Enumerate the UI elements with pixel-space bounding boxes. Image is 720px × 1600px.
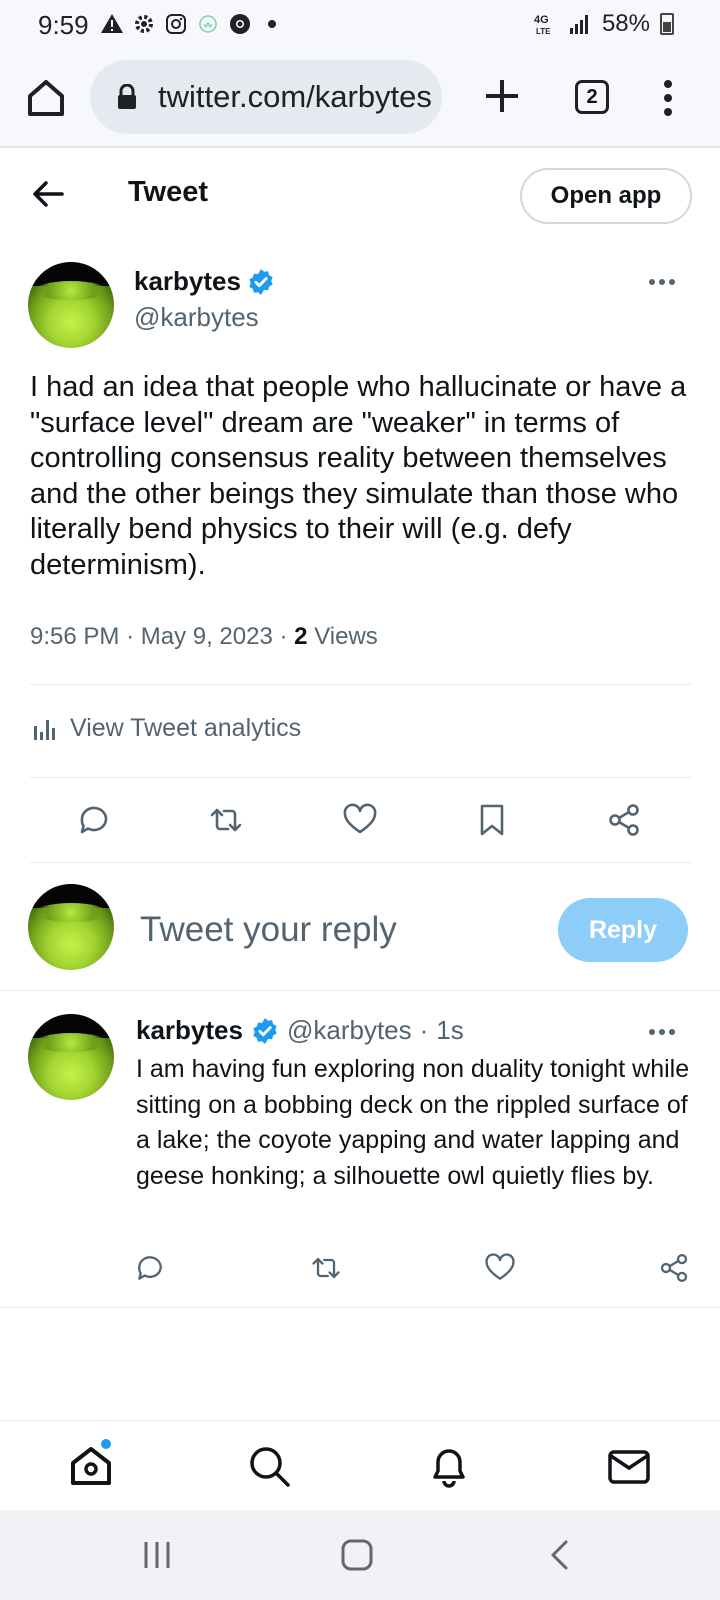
- app-notification-icon: [199, 15, 217, 33]
- warning-icon: [101, 14, 123, 33]
- battery-percent: 58%: [601, 10, 650, 37]
- page-title: Tweet: [128, 176, 209, 208]
- status-system-icons: 4G LTE 58%: [534, 10, 674, 38]
- status-bar: 9:59 4G LTE 58%: [0, 0, 720, 52]
- lock-icon: [118, 84, 136, 109]
- home-icon[interactable]: [68, 1443, 114, 1489]
- avatar[interactable]: [28, 262, 114, 348]
- system-navigation-bar: [0, 1510, 720, 1600]
- divider: [0, 1307, 720, 1308]
- browser-toolbar: twitter.com/karbytes 2: [0, 52, 720, 148]
- battery-icon: [660, 13, 674, 35]
- svg-text:LTE: LTE: [536, 27, 551, 36]
- status-time: 9:59: [38, 10, 89, 40]
- reply-author-handle[interactable]: @karbytes: [287, 1015, 412, 1046]
- retweet-icon[interactable]: [208, 802, 244, 838]
- tweet-time[interactable]: 9:56 PM: [30, 623, 119, 650]
- meta-separator: ·: [279, 623, 295, 650]
- bell-icon[interactable]: [426, 1443, 472, 1489]
- verified-badge-icon: [253, 1017, 277, 1044]
- reply-author-name[interactable]: karbytes: [136, 1015, 243, 1046]
- signal-icon: [569, 15, 588, 34]
- system-back-icon[interactable]: [544, 1538, 578, 1572]
- reply-avatar[interactable]: [28, 1014, 114, 1100]
- reply-author-row: karbytes @karbytes · 1s: [136, 1015, 464, 1046]
- more-options-icon[interactable]: [648, 1027, 676, 1037]
- reply-age[interactable]: 1s: [436, 1015, 463, 1046]
- browser-menu-icon[interactable]: [656, 78, 680, 118]
- settings-icon: [135, 15, 153, 33]
- views-count: 2: [294, 623, 308, 650]
- verified-badge-icon: [249, 268, 273, 295]
- share-icon[interactable]: [606, 802, 642, 838]
- meta-separator: ·: [126, 623, 141, 650]
- analytics-icon: [34, 719, 55, 740]
- analytics-label: View Tweet analytics: [70, 714, 302, 742]
- reply-icon[interactable]: [76, 802, 112, 838]
- share-icon[interactable]: [658, 1252, 690, 1284]
- status-notification-icons: [100, 12, 284, 36]
- back-arrow-icon[interactable]: [28, 174, 68, 214]
- chrome-icon: [230, 14, 250, 34]
- tweet-date[interactable]: May 9, 2023: [141, 623, 273, 650]
- like-icon[interactable]: [342, 802, 378, 838]
- reply-input[interactable]: Tweet your reply: [140, 910, 397, 950]
- recent-apps-icon[interactable]: [140, 1538, 174, 1572]
- tab-count: 2: [586, 85, 598, 108]
- more-options-icon[interactable]: [648, 277, 676, 287]
- divider: [30, 684, 692, 685]
- tweet-meta: 9:56 PM · May 9, 2023 · 2 Views: [30, 623, 378, 651]
- search-icon[interactable]: [246, 1443, 292, 1489]
- reply-icon[interactable]: [134, 1252, 166, 1284]
- tweet-text: I had an idea that people who hallucinat…: [30, 371, 687, 581]
- bookmark-icon[interactable]: [474, 802, 510, 838]
- composer-avatar: [28, 884, 114, 970]
- reply-text: I am having fun exploring non duality to…: [136, 1055, 690, 1190]
- mail-icon[interactable]: [606, 1443, 652, 1489]
- system-home-icon[interactable]: [340, 1538, 374, 1572]
- views-label: Views: [314, 623, 378, 650]
- author-name[interactable]: karbytes: [134, 266, 241, 297]
- new-tab-icon[interactable]: [482, 76, 522, 116]
- bottom-navigation: [0, 1420, 720, 1510]
- instagram-icon: [166, 14, 186, 34]
- meta-separator: ·: [419, 1015, 429, 1045]
- retweet-icon[interactable]: [310, 1252, 342, 1284]
- like-icon[interactable]: [484, 1252, 516, 1284]
- divider: [30, 777, 692, 778]
- view-analytics-link[interactable]: View Tweet analytics: [32, 714, 301, 743]
- tweet-page-header: Tweet Open app: [0, 150, 720, 240]
- browser-home-icon[interactable]: [22, 74, 70, 122]
- more-notifications-dot-icon: [268, 20, 276, 28]
- tweet-author: karbytes: [134, 266, 275, 297]
- 4g-lte-icon: 4GLTE: [534, 14, 551, 36]
- reply-button[interactable]: Reply: [558, 898, 688, 962]
- tab-switcher-button[interactable]: 2: [575, 80, 609, 114]
- notification-dot: [101, 1439, 111, 1449]
- address-bar[interactable]: twitter.com/karbytes: [90, 60, 442, 134]
- svg-text:4G: 4G: [534, 14, 549, 26]
- url-text: twitter.com/karbytes: [158, 79, 432, 114]
- divider: [0, 990, 720, 991]
- author-handle[interactable]: @karbytes: [134, 302, 259, 333]
- open-app-button[interactable]: Open app: [520, 168, 692, 224]
- divider: [30, 862, 692, 863]
